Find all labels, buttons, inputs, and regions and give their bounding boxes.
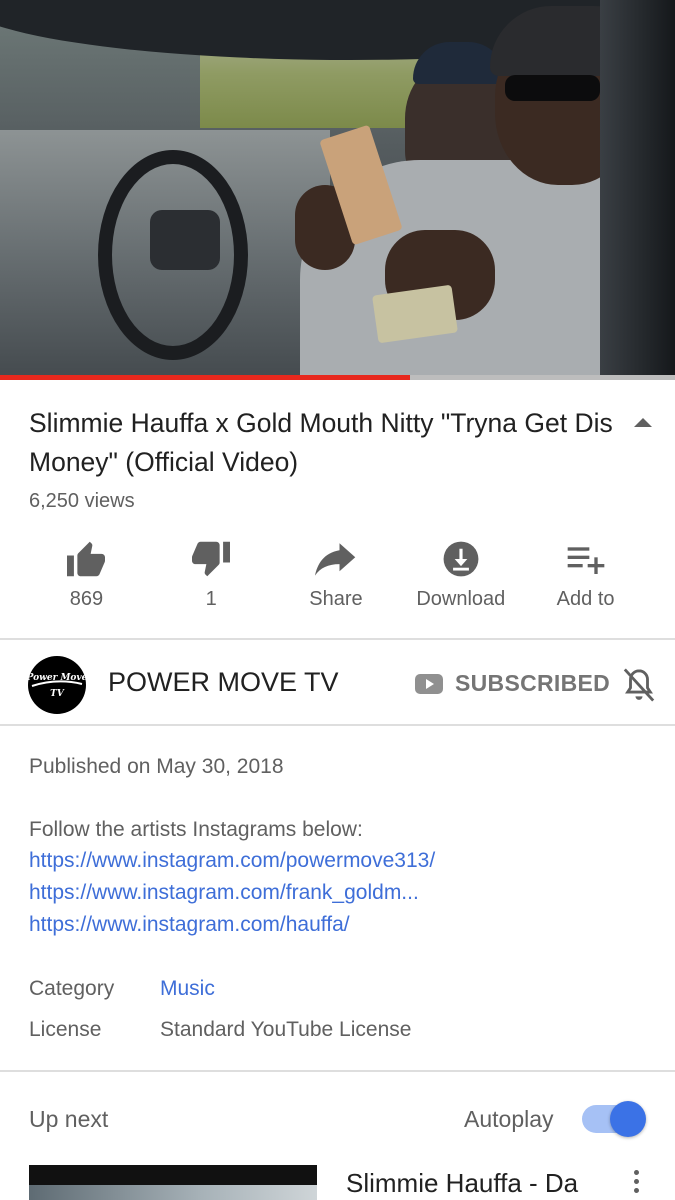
progress-fill	[0, 375, 410, 380]
view-count: 6,250 views	[29, 490, 135, 512]
action-bar: 869 1 Share Download Add to	[24, 535, 648, 625]
youtube-icon	[415, 673, 443, 694]
playlist-add-icon	[567, 547, 604, 574]
steering-hub	[150, 210, 220, 270]
next-video-thumbnail[interactable]	[29, 1165, 317, 1200]
share-label: Share	[309, 588, 363, 610]
video-player[interactable]	[0, 0, 675, 380]
category-label: Category	[29, 977, 115, 1000]
divider	[0, 638, 675, 640]
up-next-heading: Up next	[29, 1106, 109, 1132]
channel-avatar[interactable]: Power Move TV	[28, 656, 86, 714]
download-label: Download	[416, 588, 506, 610]
video-title: Slimmie Hauffa x Gold Mouth Nitty "Tryna…	[29, 408, 613, 477]
share-button[interactable]: Share	[274, 535, 399, 625]
bell-off-icon	[623, 668, 655, 702]
description-link[interactable]: https://www.instagram.com/powermove313/	[29, 849, 435, 873]
channel-logo: Power Move TV	[28, 673, 86, 699]
subscribe-button[interactable]: SUBSCRIBED	[415, 670, 610, 697]
thumbs-up-icon	[67, 541, 106, 577]
description-link[interactable]: https://www.instagram.com/frank_goldm...	[29, 881, 419, 905]
download-icon	[443, 541, 479, 577]
next-video-title[interactable]: Slimmie Hauffa - Da	[346, 1168, 578, 1199]
autoplay-label: Autoplay	[464, 1106, 554, 1132]
description-text: Follow the artists Instagrams below:	[29, 818, 363, 841]
collapse-icon[interactable]	[634, 418, 652, 427]
like-count: 869	[69, 588, 104, 610]
publish-date: Published on May 30, 2018	[29, 755, 284, 778]
category-value-link[interactable]: Music	[160, 977, 215, 1001]
download-button[interactable]: Download	[398, 535, 523, 625]
notification-bell-button[interactable]	[622, 666, 656, 709]
autoplay-toggle-knob	[610, 1101, 646, 1137]
autoplay-toggle[interactable]	[582, 1101, 646, 1137]
subscribe-label: SUBSCRIBED	[455, 670, 611, 696]
license-value: Standard YouTube License	[160, 1018, 412, 1041]
car-door	[600, 0, 675, 380]
divider	[0, 1070, 675, 1072]
license-label: License	[29, 1018, 102, 1041]
svg-text:Power Move: Power Move	[28, 673, 86, 683]
svg-text:TV: TV	[50, 689, 65, 699]
sunglasses	[505, 75, 600, 101]
add-to-button[interactable]: Add to	[523, 535, 648, 625]
thumbnail-scene	[29, 1185, 317, 1200]
description-link[interactable]: https://www.instagram.com/hauffa/	[29, 913, 350, 937]
thumbs-down-icon	[192, 541, 231, 577]
add-to-label: Add to	[556, 588, 615, 610]
like-button[interactable]: 869	[24, 535, 149, 625]
video-progress-bar[interactable]	[0, 375, 675, 380]
dislike-count: 1	[205, 588, 217, 610]
divider	[0, 724, 675, 726]
more-vert-icon[interactable]	[634, 1170, 639, 1193]
dislike-button[interactable]: 1	[149, 535, 274, 625]
share-icon	[314, 543, 356, 576]
channel-name[interactable]: POWER MOVE TV	[108, 667, 339, 698]
